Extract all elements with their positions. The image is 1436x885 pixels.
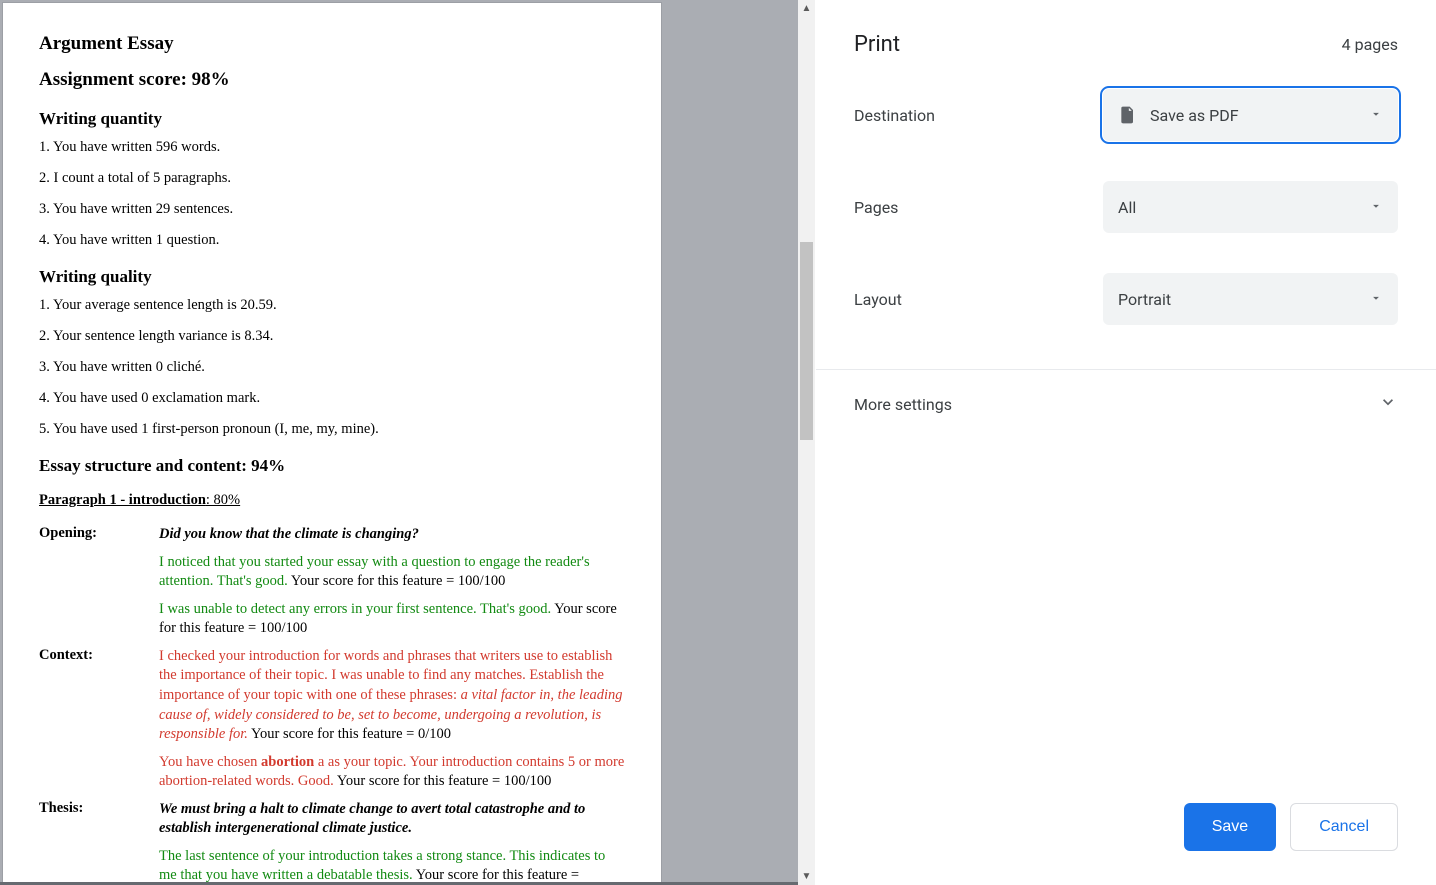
print-dialog-sidebar: Print 4 pages Destination Save as PDF Pa… [815,0,1436,885]
feedback-line: You have chosen abortion a as your topic… [159,749,625,796]
pages-label: Pages [854,198,898,217]
document-page: Argument Essay Assignment score: 98% Wri… [3,3,661,885]
quantity-line: 1. You have written 596 words. [39,139,625,156]
structure-heading: Essay structure and content: 94% [39,456,625,476]
destination-value: Save as PDF [1150,106,1357,125]
feedback-table: Opening: Did you know that the climate i… [39,521,625,885]
quantity-line: 3. You have written 29 sentences. [39,201,625,218]
caret-down-icon [1369,290,1383,309]
caret-down-icon [1369,198,1383,217]
destination-select[interactable]: Save as PDF [1103,89,1398,141]
pages-select[interactable]: All [1103,181,1398,233]
feedback-line: The last sentence of your introduction t… [159,843,625,885]
row-label-opening: Opening: [39,521,159,549]
quality-line: 3. You have written 0 cliché. [39,359,625,376]
feedback-line: I was unable to detect any errors in you… [159,596,625,643]
doc-title: Argument Essay [39,33,625,55]
preview-scroll-area[interactable]: Argument Essay Assignment score: 98% Wri… [0,0,815,885]
doc-score: Assignment score: 98% [39,69,625,91]
layout-label: Layout [854,290,902,309]
scrollbar-track[interactable] [798,17,815,868]
scroll-up-arrow-icon[interactable]: ▲ [798,0,815,17]
cancel-button[interactable]: Cancel [1290,803,1398,851]
quantity-line: 2. I count a total of 5 paragraphs. [39,170,625,187]
quality-line: 4. You have used 0 exclamation mark. [39,390,625,407]
opening-sentence: Did you know that the climate is changin… [159,526,419,542]
row-label-context: Context: [39,643,159,749]
pdf-file-icon [1118,105,1138,125]
row-label-thesis: Thesis: [39,796,159,843]
pages-value: All [1118,198,1357,217]
save-button[interactable]: Save [1184,803,1276,851]
quality-heading: Writing quality [39,267,625,287]
thesis-sentence: We must bring a halt to climate change t… [159,801,585,837]
more-settings-toggle[interactable]: More settings [816,370,1436,438]
chevron-down-icon [1378,392,1398,416]
print-title: Print [854,32,900,57]
feedback-line: I checked your introduction for words an… [159,643,625,749]
paragraph1-heading: Paragraph 1 - introduction: 80% [39,492,625,509]
more-settings-label: More settings [854,395,952,414]
quantity-heading: Writing quantity [39,109,625,129]
scroll-down-arrow-icon[interactable]: ▼ [798,868,815,885]
quality-line: 1. Your average sentence length is 20.59… [39,297,625,314]
scrollbar-thumb[interactable] [800,242,813,440]
print-preview-pane: Argument Essay Assignment score: 98% Wri… [0,0,815,885]
layout-select[interactable]: Portrait [1103,273,1398,325]
page-count-summary: 4 pages [1342,35,1398,54]
quantity-line: 4. You have written 1 question. [39,232,625,249]
quality-line: 5. You have used 1 first-person pronoun … [39,421,625,438]
layout-value: Portrait [1118,290,1357,309]
quality-line: 2. Your sentence length variance is 8.34… [39,328,625,345]
destination-label: Destination [854,106,935,125]
caret-down-icon [1369,106,1383,125]
feedback-line: I noticed that you started your essay wi… [159,549,625,596]
